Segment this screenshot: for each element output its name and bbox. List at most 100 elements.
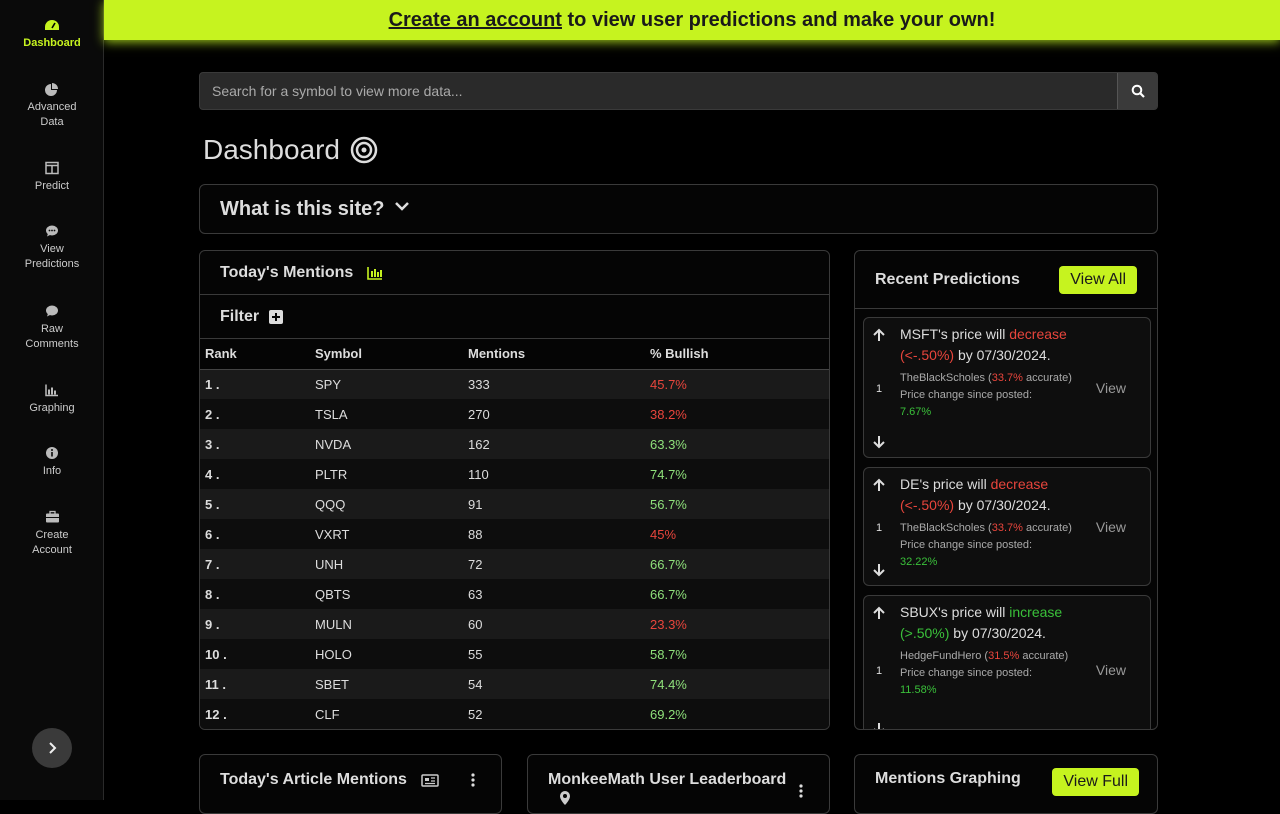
symbol-cell: CLF [310,699,463,729]
sidebar-item-label: Create Account [32,529,72,556]
rank-cell: 8 . [200,579,310,609]
table-row[interactable]: 6 . VXRT 88 45% [200,519,829,549]
table-row[interactable]: 11 . SBET 54 74.4% [200,669,829,699]
prediction-body: MSFT's price will decrease (<-.50%) by 0… [900,324,1080,421]
view-prediction-link[interactable]: View [1096,380,1126,396]
symbol-cell: SPY [310,369,463,399]
table-row[interactable]: 2 . TSLA 270 38.2% [200,399,829,429]
rank-cell: 1 . [200,369,310,399]
more-vertical-icon[interactable] [471,773,475,787]
table-row[interactable]: 1 . SPY 333 45.7% [200,369,829,399]
vote-controls: 1 [864,596,894,730]
view-full-button[interactable]: View Full [1052,768,1139,796]
symbol-cell: HOLO [310,639,463,669]
price-change-value: 32.22% [900,556,938,568]
price-change-value: 11.58% [900,684,937,696]
prediction-prefix: MSFT's price will [900,326,1010,342]
price-change-label: Price change since posted: [900,667,1033,679]
sidebar-item-predict[interactable]: Predict [0,161,104,194]
more-vertical-icon[interactable] [799,784,803,798]
about-accordion[interactable]: What is this site? [199,184,1158,234]
map-pin-icon [560,791,570,805]
mentions-cell: 60 [463,609,645,639]
plus-square-icon[interactable] [269,309,284,324]
table-row[interactable]: 9 . MULN 60 23.3% [200,609,829,639]
table-row[interactable]: 7 . UNH 72 66.7% [200,549,829,579]
comment-icon [46,225,58,237]
chevron-down-icon [395,202,410,211]
sidebar-item-info[interactable]: Info [0,446,104,479]
table-row[interactable]: 3 . NVDA 162 63.3% [200,429,829,459]
author-name[interactable]: HedgeFundHero [900,650,981,662]
prediction-statement: MSFT's price will decrease (<-.50%) by 0… [900,324,1080,366]
prediction-prefix: SBUX's price will [900,604,1010,620]
prediction-card: 1 DE's price will decrease (<-.50%) by 07… [863,467,1151,586]
mentions-cell: 88 [463,519,645,549]
table-row[interactable]: 12 . CLF 52 69.2% [200,699,829,729]
vote-controls: 1 [864,318,894,457]
mentions-cell: 55 [463,639,645,669]
upvote-arrow-icon[interactable] [872,606,886,620]
table-row[interactable]: 5 . QQQ 91 56.7% [200,489,829,519]
upvote-arrow-icon[interactable] [872,328,886,342]
prediction-statement: SBUX's price will increase (>.50%) by 07… [900,602,1080,644]
target-icon [350,136,378,164]
downvote-arrow-icon[interactable] [872,563,886,577]
prediction-card: 1 MSFT's price will decrease (<-.50%) by … [863,317,1151,458]
search-button[interactable] [1117,73,1157,109]
bullish-cell: 66.7% [645,579,829,609]
view-all-button[interactable]: View All [1059,265,1137,294]
author-accuracy: 33.7% [991,372,1023,384]
sidebar-item-create-account[interactable]: Create Account [0,510,104,558]
mentions-table: Rank Symbol Mentions % Bullish 1 . SPY 333… [200,339,829,729]
signup-banner: Create an account to view user predictio… [104,0,1280,40]
prediction-author: TheBlackScholes (33.7% accurate) [900,522,1072,534]
chevron-right-icon [49,742,57,754]
table-row[interactable]: 10 . HOLO 55 58.7% [200,639,829,669]
mentions-cell: 63 [463,579,645,609]
prediction-body: DE's price will decrease (<-.50%) by 07/… [900,474,1080,571]
create-account-link[interactable]: Create an account [389,9,562,32]
author-name[interactable]: TheBlackScholes [900,522,985,534]
table-row[interactable]: 4 . PLTR 110 74.7% [200,459,829,489]
search-input[interactable] [200,73,1117,109]
sidebar-item-advanced-data[interactable]: Advanced Data [0,82,104,130]
view-prediction-link[interactable]: View [1096,519,1126,535]
view-prediction-link[interactable]: View [1096,662,1126,678]
column-header-mentions[interactable]: Mentions [463,339,645,370]
symbol-cell: MULN [310,609,463,639]
column-header-rank[interactable]: Rank [200,339,310,370]
accuracy-suffix: accurate) [1022,650,1069,662]
symbol-cell: QQQ [310,489,463,519]
filter-row[interactable]: Filter [200,295,829,339]
sidebar-item-graphing[interactable]: Graphing [0,383,104,416]
downvote-arrow-icon[interactable] [872,722,886,730]
sidebar-item-dashboard[interactable]: Dashboard [0,18,104,51]
sidebar-item-label: Dashboard [23,37,81,49]
sidebar-item-view-predictions[interactable]: View Predictions [0,224,104,272]
chart-icon[interactable] [367,266,383,280]
table-row[interactable]: 8 . QBTS 63 66.7% [200,579,829,609]
prediction-suffix: by 07/30/2024. [954,347,1051,363]
leaderboard-header: MonkeeMath User Leaderboard [528,755,829,810]
sidebar-item-raw-comments[interactable]: Raw Comments [0,304,104,352]
column-header-symbol[interactable]: Symbol [310,339,463,370]
prediction-body: SBUX's price will increase (>.50%) by 07… [900,602,1080,699]
downvote-arrow-icon[interactable] [872,435,886,449]
sidebar-item-label: Info [42,465,62,477]
bullish-cell: 74.7% [645,459,829,489]
bullish-cell: 38.2% [645,399,829,429]
column-header-bullish[interactable]: % Bullish [645,339,829,370]
prediction-author: HedgeFundHero (31.5% accurate) [900,650,1069,662]
page-title: Dashboard [203,134,378,166]
upvote-arrow-icon[interactable] [872,478,886,492]
symbol-cell: UNH [310,549,463,579]
bar-chart-icon [45,384,58,397]
rank-cell: 5 . [200,489,310,519]
leaderboard-title: MonkeeMath User Leaderboard [548,771,787,788]
rank-cell: 4 . [200,459,310,489]
expand-sidebar-button[interactable] [32,728,72,768]
mentions-cell: 333 [463,369,645,399]
author-name[interactable]: TheBlackScholes [900,372,985,384]
rank-cell: 11 . [200,669,310,699]
